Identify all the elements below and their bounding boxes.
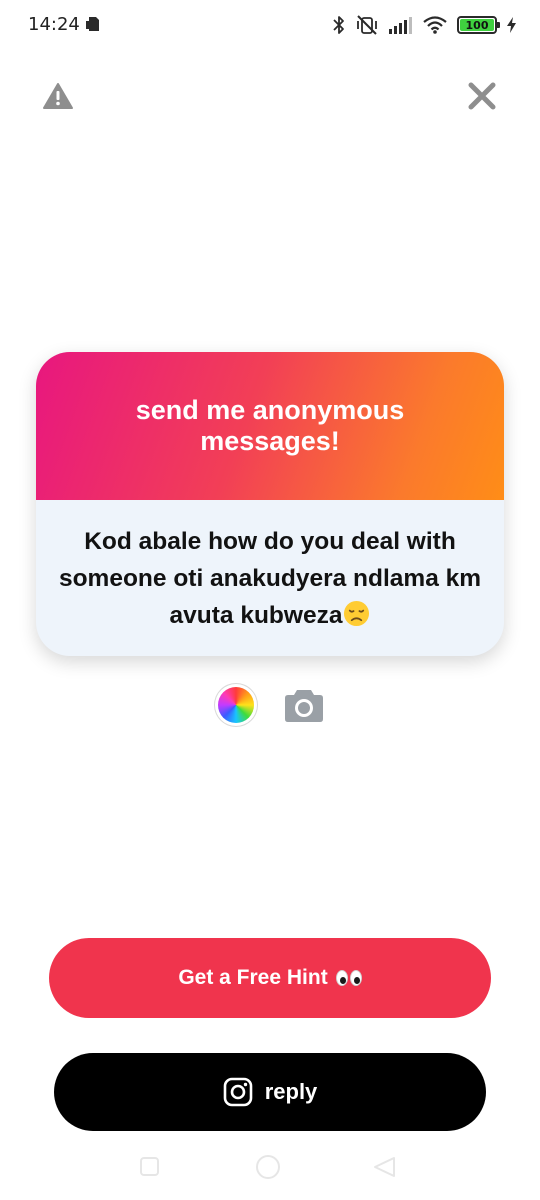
charging-icon — [507, 17, 516, 33]
card-title: send me anonymous messages! — [135, 395, 405, 456]
eyes-icon — [335, 970, 362, 986]
recent-apps-button[interactable] — [140, 1157, 159, 1176]
status-bar: 14:24 100 — [0, 0, 540, 50]
color-picker-button[interactable] — [218, 687, 254, 723]
home-button[interactable] — [256, 1155, 280, 1179]
reply-button[interactable]: reply — [54, 1053, 486, 1131]
battery-level: 100 — [465, 18, 489, 32]
sim-card-icon — [86, 17, 99, 31]
instagram-icon — [223, 1077, 253, 1107]
signal-icon — [389, 17, 412, 34]
close-icon[interactable] — [466, 80, 498, 112]
message-card: send me anonymous messages! Kod abale ho… — [36, 352, 504, 656]
status-icons: 100 — [333, 14, 516, 36]
message-text-container: Kod abale how do you deal with someone o… — [56, 523, 484, 634]
hint-button-label: Get a Free Hint — [178, 966, 328, 989]
camera-icon[interactable] — [284, 686, 324, 724]
bluetooth-icon — [333, 16, 344, 34]
get-free-hint-button[interactable]: Get a Free Hint — [49, 938, 491, 1018]
vibrate-off-icon — [357, 15, 377, 35]
system-nav-bar — [0, 1140, 540, 1200]
back-icon[interactable] — [372, 1156, 396, 1178]
message-text: Kod abale how do you deal with someone o… — [58, 527, 482, 629]
report-warning-icon[interactable] — [42, 82, 74, 110]
disappointed-face-icon — [344, 600, 370, 626]
card-header: send me anonymous messages! — [36, 352, 504, 500]
wifi-icon — [423, 16, 447, 34]
battery-indicator: 100 — [457, 16, 500, 34]
status-time: 14:24 — [28, 14, 80, 35]
card-body: Kod abale how do you deal with someone o… — [36, 500, 504, 656]
reply-button-label: reply — [264, 1079, 318, 1104]
